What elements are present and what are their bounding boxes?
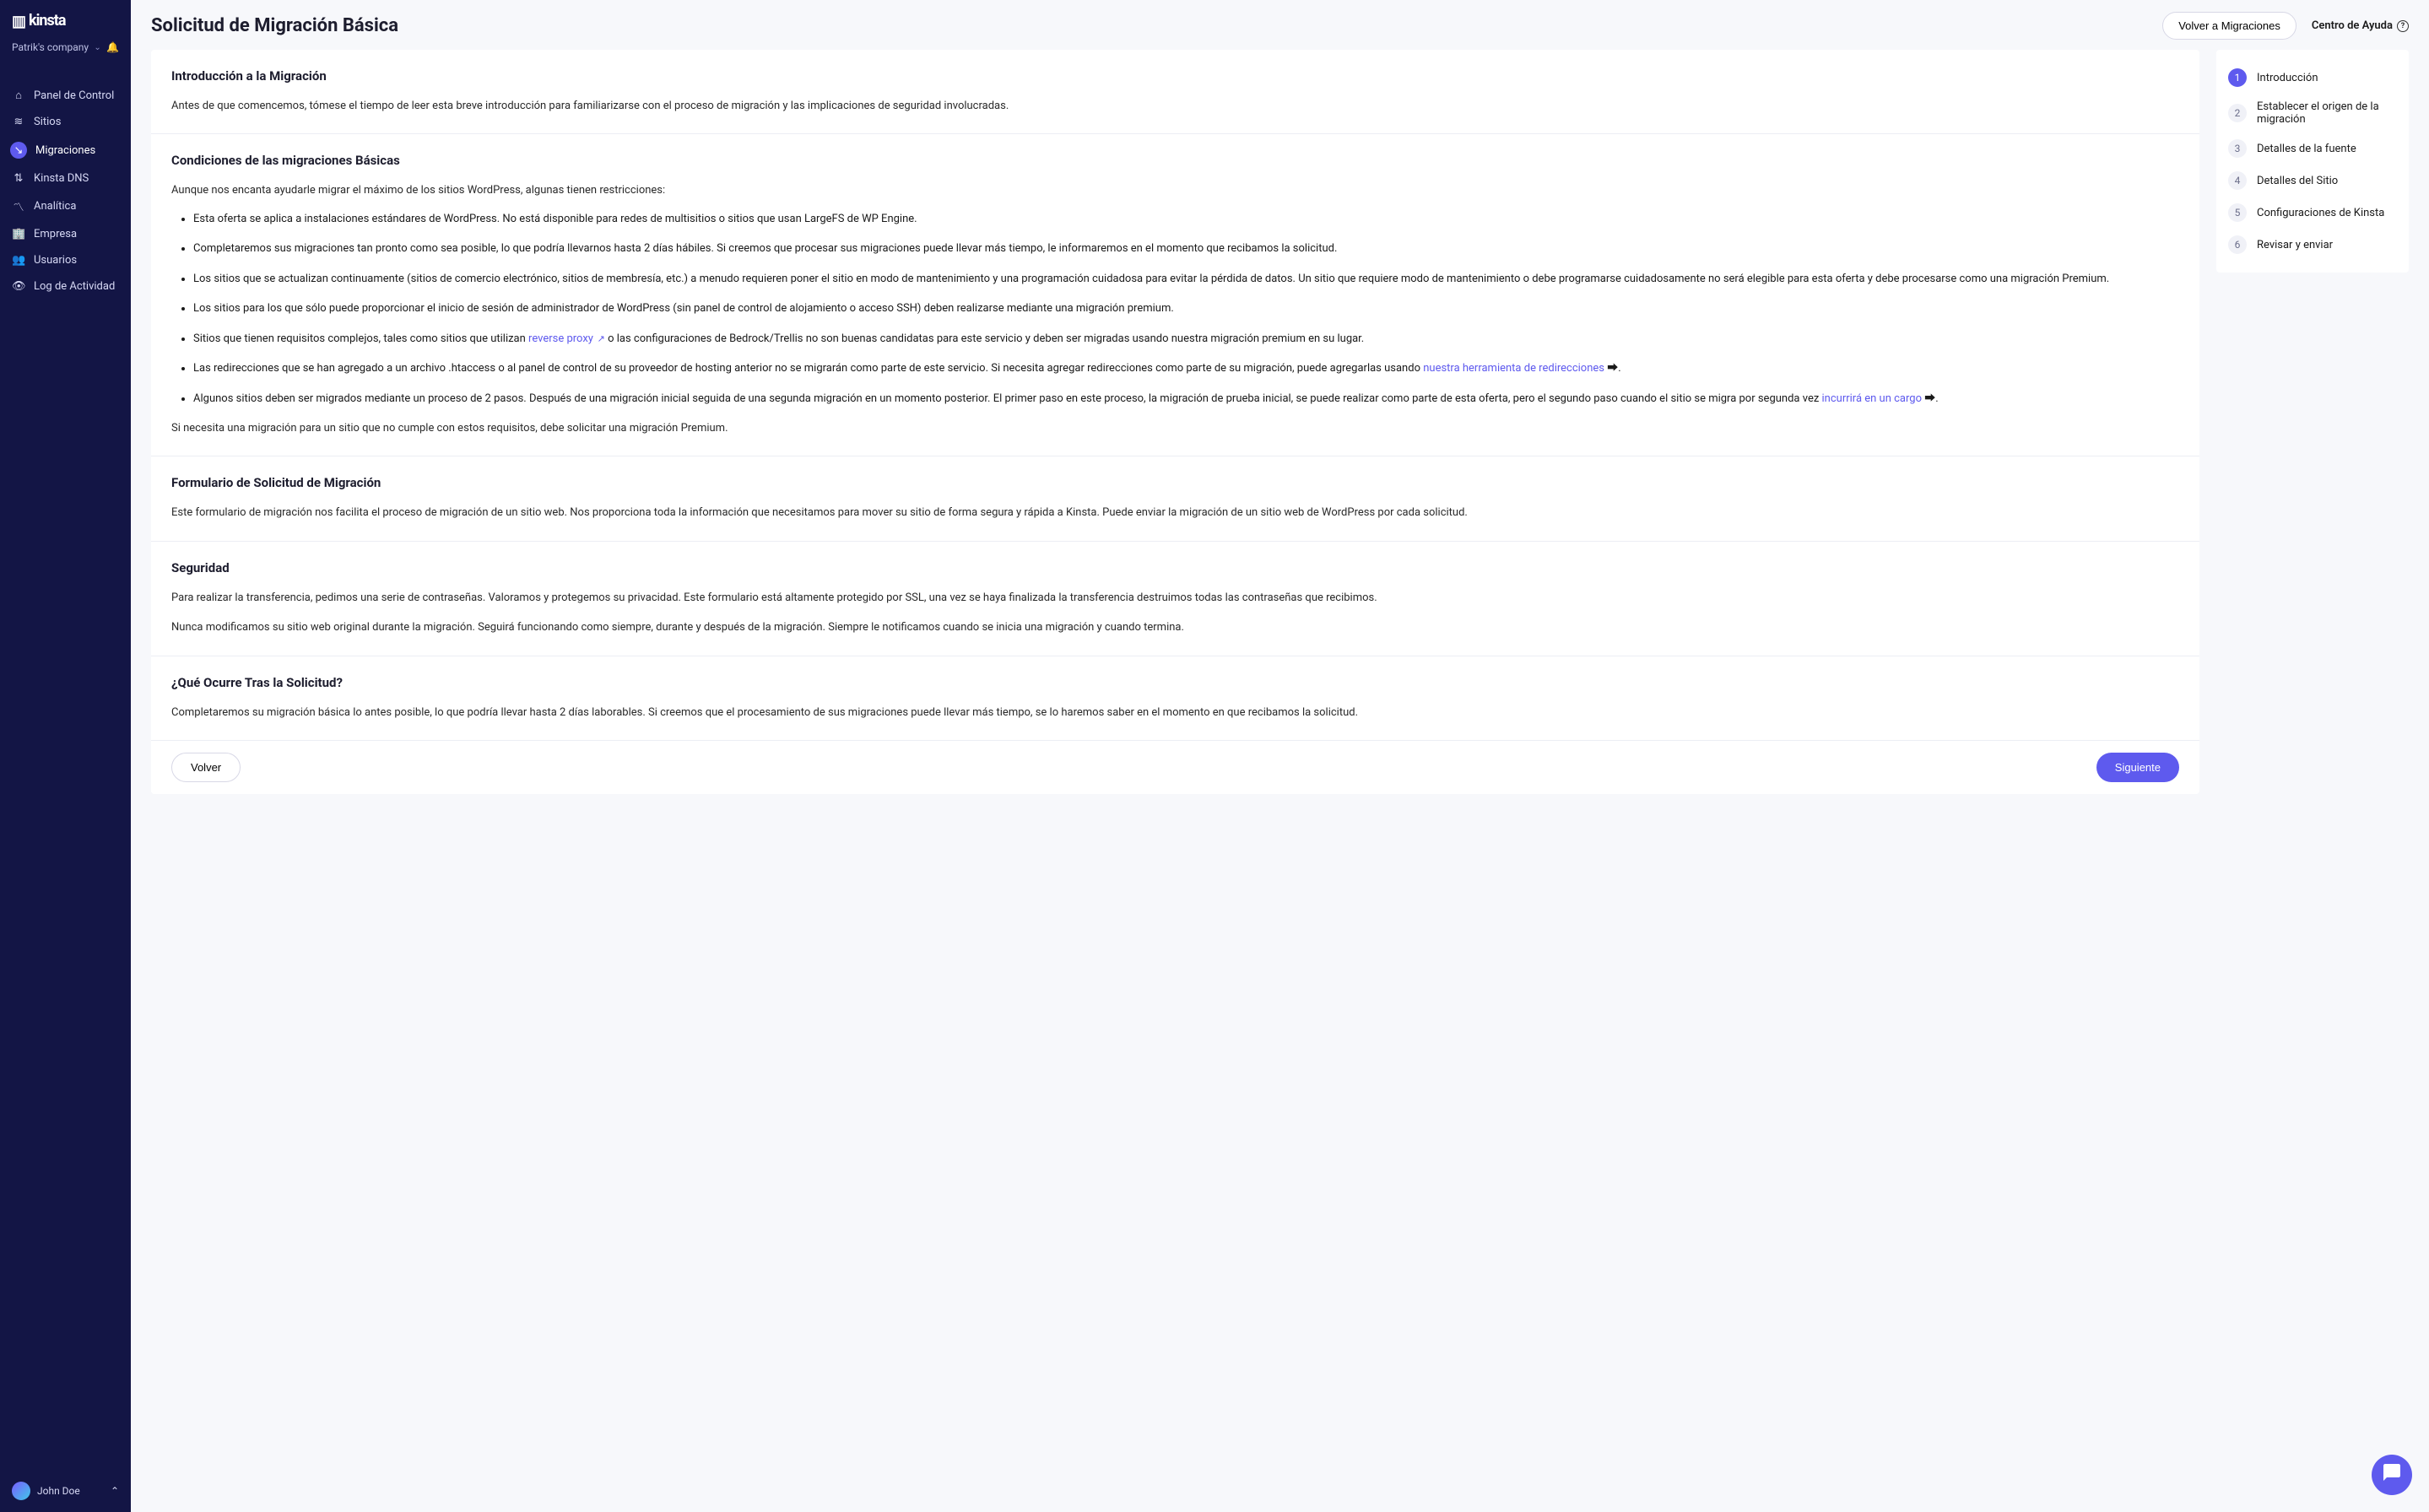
- redirects-tool-link[interactable]: nuestra herramienta de redirecciones: [1423, 362, 1604, 375]
- sidebar-item-label: Log de Actividad: [34, 280, 115, 293]
- bell-icon: 🔔: [106, 41, 119, 53]
- sidebar-item-label: Analítica: [34, 200, 76, 213]
- condition-item: Sitios que tienen requisitos complejos, …: [193, 330, 2179, 348]
- avatar: [12, 1482, 30, 1500]
- logo-icon: ▥: [12, 13, 25, 30]
- sidebar-item-users[interactable]: 👥 Usuarios: [0, 247, 131, 273]
- step-label: Revisar y enviar: [2257, 239, 2333, 251]
- user-name: John Doe: [37, 1485, 80, 1497]
- section-security: Seguridad Para realizar la transferencia…: [151, 542, 2199, 656]
- step-5[interactable]: 5 Configuraciones de Kinsta: [2228, 197, 2397, 229]
- sidebar-item-label: Kinsta DNS: [34, 172, 89, 185]
- condition-item: Completaremos sus migraciones tan pronto…: [193, 240, 2179, 257]
- section-text: Antes de que comencemos, tómese el tiemp…: [171, 97, 2179, 115]
- company-icon: 🏢: [12, 228, 25, 240]
- section-title: ¿Qué Ocurre Tras la Solicitud?: [171, 675, 2179, 690]
- analytics-icon: 〽: [12, 198, 25, 214]
- step-label: Establecer el origen de la migración: [2257, 100, 2397, 126]
- page-title: Solicitud de Migración Básica: [151, 15, 398, 36]
- sidebar-item-migrations[interactable]: ↘ Migraciones: [0, 135, 131, 165]
- step-3[interactable]: 3 Detalles de la fuente: [2228, 132, 2397, 165]
- sidebar: ▥kinsta Patrik's company ⌄ 🔔 ⌂ Panel de …: [0, 0, 131, 1512]
- step-number: 6: [2228, 235, 2247, 254]
- company-name: Patrik's company: [12, 41, 89, 53]
- condition-item: Algunos sitios deben ser migrados median…: [193, 390, 2179, 408]
- notifications-button[interactable]: 🔔: [106, 41, 119, 53]
- migration-icon: ↘: [10, 142, 27, 159]
- section-text: Este formulario de migración nos facilit…: [171, 504, 2179, 521]
- sidebar-item-label: Migraciones: [35, 144, 95, 157]
- step-6[interactable]: 6 Revisar y enviar: [2228, 229, 2397, 261]
- section-text: Nunca modificamos su sitio web original …: [171, 618, 2179, 636]
- section-title: Seguridad: [171, 560, 2179, 575]
- condition-item: Las redirecciones que se han agregado a …: [193, 359, 2179, 377]
- section-intro: Introducción a la Migración Antes de que…: [151, 50, 2199, 134]
- external-link-icon: ↗: [595, 333, 605, 344]
- chevron-up-icon: ⌃: [111, 1485, 119, 1497]
- main-content: Solicitud de Migración Básica Volver a M…: [131, 0, 2429, 1512]
- users-icon: 👥: [12, 254, 25, 267]
- section-after: ¿Qué Ocurre Tras la Solicitud? Completar…: [151, 656, 2199, 740]
- sidebar-item-sites[interactable]: ≋ Sitios: [0, 109, 131, 135]
- step-number: 1: [2228, 68, 2247, 87]
- sidebar-item-analytics[interactable]: 〽 Analítica: [0, 192, 131, 221]
- section-title: Introducción a la Migración: [171, 68, 2179, 84]
- brand-logo[interactable]: ▥kinsta: [0, 0, 131, 36]
- sidebar-item-label: Sitios: [34, 116, 61, 128]
- section-text: Si necesita una migración para un sitio …: [171, 419, 2179, 437]
- section-form: Formulario de Solicitud de Migración Est…: [151, 456, 2199, 541]
- step-1[interactable]: 1 Introducción: [2228, 62, 2397, 94]
- content-card: Introducción a la Migración Antes de que…: [151, 50, 2199, 794]
- sites-icon: ≋: [12, 116, 25, 128]
- main-nav: ⌂ Panel de Control ≋ Sitios ↘ Migracione…: [0, 82, 131, 300]
- section-text: Aunque nos encanta ayudarle migrar el má…: [171, 181, 2179, 199]
- reverse-proxy-link[interactable]: reverse proxy ↗: [528, 332, 605, 345]
- step-label: Introducción: [2257, 72, 2318, 84]
- company-switcher[interactable]: Patrik's company ⌄ 🔔: [0, 36, 131, 62]
- section-title: Formulario de Solicitud de Migración: [171, 475, 2179, 490]
- sidebar-user[interactable]: John Doe ⌃: [0, 1470, 131, 1512]
- section-text: Completaremos su migración básica lo ant…: [171, 704, 2179, 721]
- help-label: Centro de Ayuda: [2312, 19, 2393, 32]
- condition-item: Los sitios que se actualizan continuamen…: [193, 270, 2179, 288]
- eye-icon: 👁: [12, 280, 25, 293]
- sidebar-item-label: Empresa: [34, 228, 77, 240]
- condition-item: Los sitios para los que sólo puede propo…: [193, 300, 2179, 317]
- sidebar-item-company[interactable]: 🏢 Empresa: [0, 221, 131, 247]
- steps-card: 1 Introducción 2 Establecer el origen de…: [2216, 50, 2409, 273]
- help-icon: ?: [2397, 20, 2409, 32]
- step-number: 5: [2228, 203, 2247, 222]
- charge-link[interactable]: incurrirá en un cargo: [1822, 392, 1922, 405]
- step-label: Detalles de la fuente: [2257, 143, 2356, 155]
- footer-actions: Volver Siguiente: [151, 740, 2199, 794]
- condition-item: Esta oferta se aplica a instalaciones es…: [193, 210, 2179, 228]
- section-text: Para realizar la transferencia, pedimos …: [171, 589, 2179, 607]
- section-conditions: Condiciones de las migraciones Básicas A…: [151, 134, 2199, 456]
- sidebar-item-label: Panel de Control: [34, 89, 114, 102]
- step-label: Configuraciones de Kinsta: [2257, 207, 2384, 219]
- chat-icon: [2382, 1462, 2402, 1488]
- help-center-link[interactable]: Centro de Ayuda ?: [2312, 19, 2409, 32]
- sidebar-item-activity[interactable]: 👁 Log de Actividad: [0, 273, 131, 300]
- next-button[interactable]: Siguiente: [2096, 753, 2179, 782]
- step-2[interactable]: 2 Establecer el origen de la migración: [2228, 94, 2397, 132]
- sidebar-item-dashboard[interactable]: ⌂ Panel de Control: [0, 82, 131, 109]
- sidebar-item-label: Usuarios: [34, 254, 77, 267]
- step-number: 4: [2228, 171, 2247, 190]
- back-to-migrations-button[interactable]: Volver a Migraciones: [2162, 12, 2296, 40]
- section-title: Condiciones de las migraciones Básicas: [171, 153, 2179, 168]
- dns-icon: ⇅: [12, 172, 25, 185]
- sidebar-item-dns[interactable]: ⇅ Kinsta DNS: [0, 165, 131, 192]
- topbar: Solicitud de Migración Básica Volver a M…: [151, 12, 2409, 40]
- home-icon: ⌂: [12, 89, 25, 102]
- back-button[interactable]: Volver: [171, 753, 241, 782]
- step-number: 2: [2228, 104, 2247, 122]
- chat-widget-button[interactable]: [2372, 1455, 2412, 1495]
- chevron-down-icon: ⌄: [94, 43, 100, 52]
- step-4[interactable]: 4 Detalles del Sitio: [2228, 165, 2397, 197]
- step-label: Detalles del Sitio: [2257, 175, 2338, 187]
- step-number: 3: [2228, 139, 2247, 158]
